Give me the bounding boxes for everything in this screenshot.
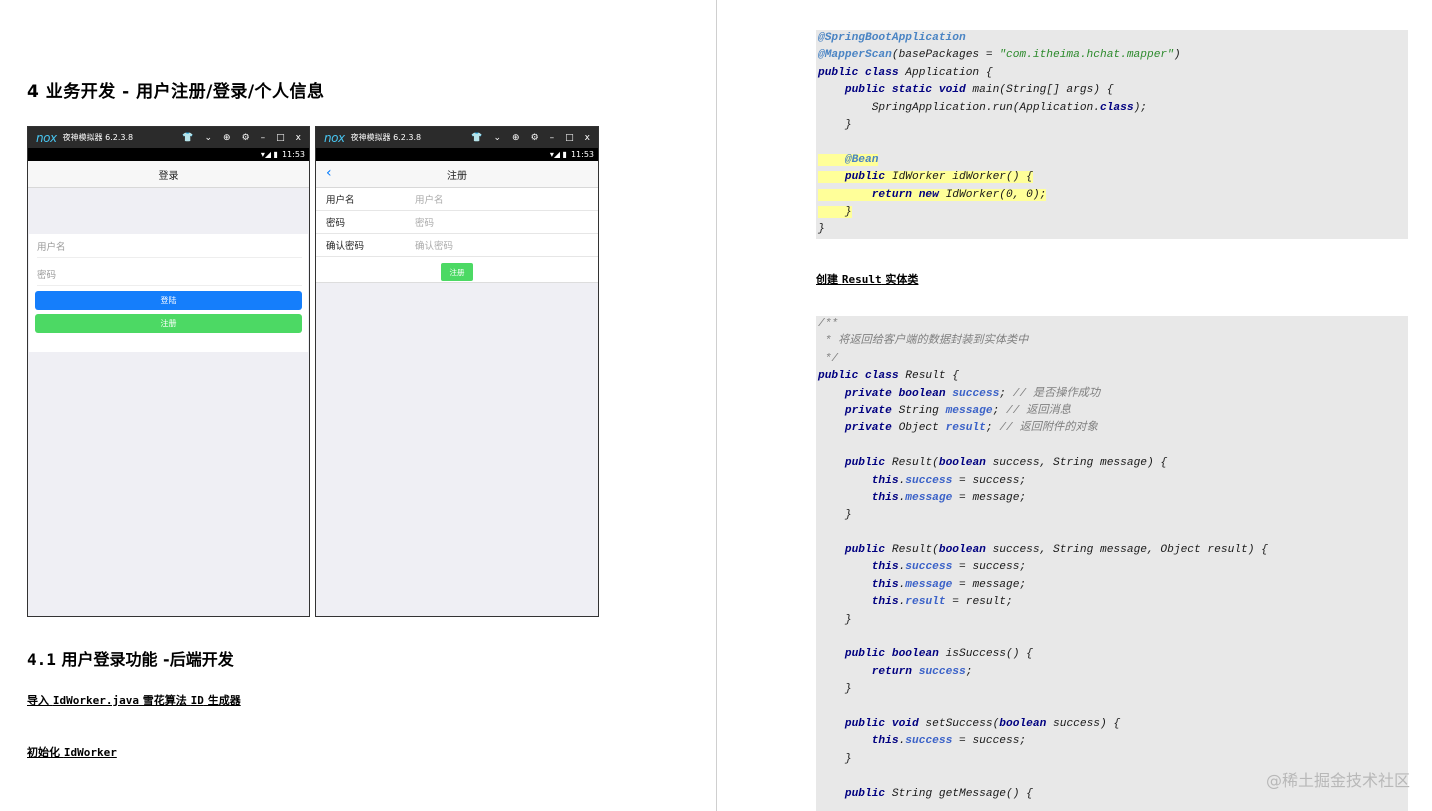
code-line: return new IdWorker(0, 0); — [816, 187, 1408, 204]
back-chevron-icon[interactable]: ‹ — [326, 165, 332, 181]
maximize-icon[interactable]: □ — [565, 133, 574, 143]
code-line: public void setSuccess(boolean success) … — [844, 717, 1121, 730]
code-line: public Result(boolean success, String me… — [844, 457, 1168, 470]
login-form: 用户名 密码 登陆 注册 — [29, 234, 308, 352]
code-line: SpringApplication.run(Application.class)… — [818, 101, 1147, 114]
minimize-icon[interactable]: – — [550, 133, 555, 143]
register-button[interactable]: 注册 — [35, 314, 302, 333]
emulator-titlebar: nox 夜神模拟器 6.2.3.8 👕 ⌄ ⊕ ⚙ – □ x — [28, 127, 309, 148]
clock: 11:53 — [570, 150, 594, 159]
code-line: this.message = message; — [871, 491, 1027, 504]
register-navbar: ‹ 注册 — [316, 161, 598, 188]
register-emulator-window: nox 夜神模拟器 6.2.3.8 👕 ⌄ ⊕ ⚙ – □ x ▾◢ ▮ 11:… — [315, 126, 599, 617]
code-line: this.result = result; — [871, 596, 1013, 609]
close-icon[interactable]: x — [585, 133, 590, 143]
clock: 11:53 — [281, 150, 305, 159]
code-line: private String message; // 返回消息 — [844, 404, 1071, 417]
minimize-icon[interactable]: – — [261, 133, 266, 143]
settings-icon[interactable]: ⚙ — [531, 133, 539, 143]
code-line: } — [818, 613, 852, 626]
android-status-bar: ▾◢ ▮ 11:53 — [28, 148, 309, 161]
dropdown-icon[interactable]: ⌄ — [204, 133, 212, 143]
code-line: private boolean success; // 是否操作成功 — [844, 387, 1101, 400]
nox-logo: nox — [324, 130, 345, 145]
nox-logo: nox — [36, 130, 57, 145]
pin-icon[interactable]: ⊕ — [223, 133, 231, 143]
init-idworker-heading: 初始化 IdWorker — [27, 746, 117, 759]
code-line: } — [818, 683, 852, 696]
login-navbar: 登录 — [28, 161, 309, 188]
code-line: public static void main(String[] args) { — [844, 84, 1114, 97]
page-divider — [716, 0, 717, 811]
login-emulator-window: nox 夜神模拟器 6.2.3.8 👕 ⌄ ⊕ ⚙ – □ x ▾◢ ▮ 11:… — [27, 126, 310, 617]
emulator-title: 夜神模拟器 6.2.3.8 — [350, 133, 422, 142]
maximize-icon[interactable]: □ — [276, 133, 285, 143]
result-code-block: /** * 将返回给客户端的数据封装到实体类中 */ public class … — [816, 316, 1408, 811]
code-line: @SpringBootApplication — [818, 32, 966, 44]
password-input[interactable]: 密码 — [37, 262, 302, 286]
code-line: } — [818, 223, 825, 236]
login-button[interactable]: 登陆 — [35, 291, 302, 310]
code-line: } — [818, 118, 852, 131]
application-code-block: @SpringBootApplication @MapperScan(baseP… — [816, 30, 1408, 239]
code-line: this.success = success; — [871, 561, 1027, 574]
code-line: this.message = message; — [871, 578, 1027, 591]
close-icon[interactable]: x — [296, 133, 301, 143]
dropdown-icon[interactable]: ⌄ — [493, 133, 501, 143]
code-line: /** — [818, 318, 839, 330]
emulator-titlebar: nox 夜神模拟器 6.2.3.8 👕 ⌄ ⊕ ⚙ – □ x — [316, 127, 598, 148]
android-status-bar: ▾◢ ▮ 11:53 — [316, 148, 598, 161]
code-line: this.success = success; — [871, 474, 1027, 487]
code-line: public class Application { — [818, 66, 993, 79]
code-line: public Result(boolean success, String me… — [844, 544, 1268, 557]
skin-icon[interactable]: 👕 — [182, 133, 193, 143]
password-row[interactable]: 密码 密码 — [316, 211, 598, 234]
code-line: */ — [818, 352, 839, 365]
skin-icon[interactable]: 👕 — [471, 133, 482, 143]
code-line: } — [818, 509, 852, 522]
section-heading: 4 业务开发 - 用户注册/登录/个人信息 — [27, 82, 325, 102]
code-line: } — [818, 752, 852, 765]
subsection-heading: 4.1 用户登录功能 -后端开发 — [27, 650, 234, 669]
submit-register-button[interactable]: 注册 — [441, 263, 473, 281]
code-line: } — [818, 205, 852, 218]
create-result-heading: 创建 Result 实体类 — [816, 273, 919, 286]
code-line: @MapperScan(basePackages = "com.itheima.… — [818, 49, 1181, 62]
signal-icon: ▾◢ ▮ — [260, 150, 278, 159]
emulator-title: 夜神模拟器 6.2.3.8 — [62, 133, 134, 142]
login-title: 登录 — [158, 170, 179, 182]
confirm-password-row[interactable]: 确认密码 确认密码 — [316, 234, 598, 257]
code-line: return success; — [871, 665, 973, 678]
watermark: @稀土掘金技术社区 — [1265, 771, 1410, 790]
emulator-controls: 👕 ⌄ ⊕ ⚙ – □ x — [471, 127, 590, 148]
pin-icon[interactable]: ⊕ — [512, 133, 520, 143]
code-line: public class Result { — [818, 370, 960, 383]
username-input[interactable]: 用户名 — [37, 234, 302, 258]
settings-icon[interactable]: ⚙ — [242, 133, 250, 143]
register-title: 注册 — [447, 170, 467, 182]
signal-icon: ▾◢ ▮ — [549, 150, 567, 159]
register-form: 用户名 用户名 密码 密码 确认密码 确认密码 注册 — [316, 188, 598, 283]
code-line: this.success = success; — [871, 735, 1027, 748]
code-line: private Object result; // 返回附件的对象 — [844, 422, 1098, 435]
import-idworker-heading: 导入 IdWorker.java 雪花算法 ID 生成器 — [27, 694, 241, 707]
code-line: public IdWorker idWorker() { — [816, 169, 1408, 186]
code-line: * 将返回给客户端的数据封装到实体类中 — [818, 335, 1029, 348]
username-row[interactable]: 用户名 用户名 — [316, 188, 598, 211]
emulator-controls: 👕 ⌄ ⊕ ⚙ – □ x — [182, 127, 301, 148]
code-line: public boolean isSuccess() { — [844, 648, 1033, 661]
code-line: @Bean — [816, 152, 1408, 169]
